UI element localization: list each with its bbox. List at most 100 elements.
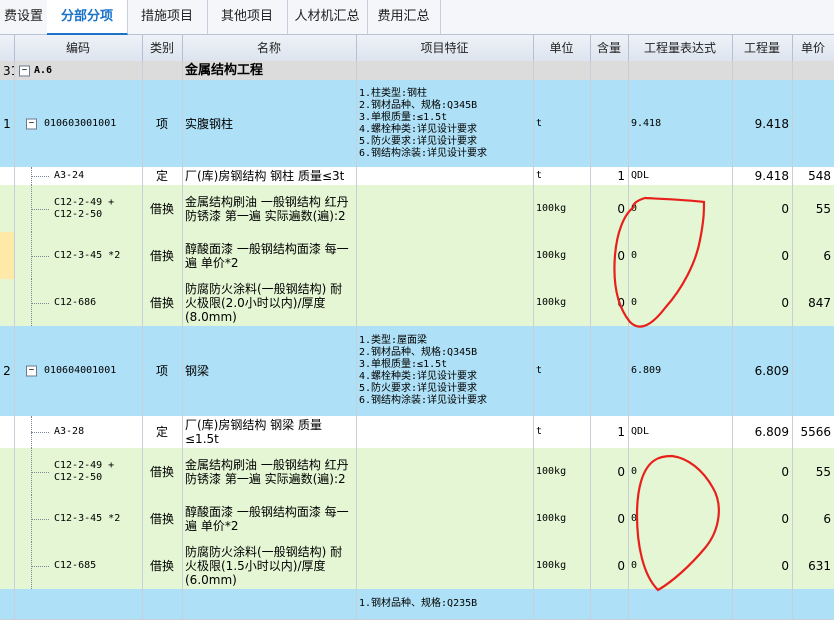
- cell-price[interactable]: [792, 80, 834, 167]
- cell-qty[interactable]: 9.418: [732, 80, 793, 167]
- cell-unit[interactable]: t: [533, 80, 591, 167]
- cell-name[interactable]: 醇酸面漆 一般钢结构面漆 每一遍 单价*2: [182, 232, 357, 279]
- header-6[interactable]: 工程量表达式: [628, 35, 733, 61]
- cell-expr[interactable]: 0: [628, 232, 733, 279]
- collapse-icon[interactable]: −: [26, 118, 37, 129]
- cell-content[interactable]: [590, 326, 629, 416]
- cell-content[interactable]: 0: [590, 232, 629, 279]
- header-2[interactable]: 名称: [182, 35, 357, 61]
- cell-code[interactable]: C12-685: [14, 542, 143, 589]
- cell-type[interactable]: 借换: [142, 279, 183, 326]
- cell-type[interactable]: 项: [142, 80, 183, 167]
- cell-qty[interactable]: 0: [732, 448, 793, 495]
- cell-expr[interactable]: 0: [628, 495, 733, 542]
- cell-name[interactable]: 钢梁: [182, 326, 357, 416]
- cell-expr[interactable]: 0: [628, 279, 733, 326]
- cell-feature[interactable]: [356, 232, 534, 279]
- cell-type[interactable]: 定: [142, 416, 183, 448]
- cell-unit[interactable]: 100kg: [533, 495, 591, 542]
- cell-expr[interactable]: 9.418: [628, 80, 733, 167]
- cell-expr[interactable]: 6.809: [628, 326, 733, 416]
- cell-qty[interactable]: 0: [732, 542, 793, 589]
- cell-qty[interactable]: 0: [732, 185, 793, 232]
- table-row[interactable]: C12-2-49 + C12-2-50 借换 金属结构刷油 一般钢结构 红丹防锈漆 …: [0, 448, 834, 496]
- collapse-icon[interactable]: −: [19, 65, 30, 76]
- cell-unit[interactable]: 100kg: [533, 279, 591, 326]
- table-row[interactable]: 1.钢材品种、规格:Q235B: [0, 589, 834, 620]
- cell-content[interactable]: 0: [590, 542, 629, 589]
- cell-type[interactable]: 定: [142, 167, 183, 185]
- cell-qty[interactable]: 0: [732, 495, 793, 542]
- cell-unit[interactable]: 100kg: [533, 448, 591, 495]
- cell-price[interactable]: 55: [792, 448, 834, 495]
- cell-expr[interactable]: 0: [628, 185, 733, 232]
- header-7[interactable]: 工程量: [732, 35, 793, 61]
- header-5[interactable]: 含量: [590, 35, 629, 61]
- table-row[interactable]: C12-3-45 *2 借换 醇酸面漆 一般钢结构面漆 每一遍 单价*2 100kg 0…: [0, 495, 834, 543]
- cell-qty[interactable]: 9.418: [732, 167, 793, 185]
- cell-price[interactable]: 6: [792, 232, 834, 279]
- cell-content[interactable]: 1: [590, 167, 629, 185]
- cell-type[interactable]: [142, 589, 183, 619]
- header-8[interactable]: 单价: [792, 35, 834, 61]
- cell-code[interactable]: C12-2-49 + C12-2-50: [14, 448, 143, 495]
- cell-code[interactable]: 010603001001−: [14, 80, 143, 167]
- cell-name[interactable]: 醇酸面漆 一般钢结构面漆 每一遍 单价*2: [182, 495, 357, 542]
- cell-code[interactable]: [14, 589, 143, 619]
- cell-type[interactable]: 借换: [142, 448, 183, 495]
- cell-name[interactable]: 厂(库)房钢结构 钢柱 质量≤3t: [182, 167, 357, 185]
- table-row[interactable]: A3-28 定 厂(库)房钢结构 钢梁 质量≤1.5t t 1 QDL 6.809 5566: [0, 416, 834, 449]
- cell-name[interactable]: 防腐防火涂料(一般钢结构) 耐火极限(2.0小时以内)/厚度(8.0mm): [182, 279, 357, 326]
- cell-feature[interactable]: 1.钢材品种、规格:Q235B: [356, 589, 534, 619]
- cell-qty[interactable]: 0: [732, 279, 793, 326]
- cell-type[interactable]: 项: [142, 326, 183, 416]
- cell-expr[interactable]: 0: [628, 542, 733, 589]
- cell-name[interactable]: 金属结构刷油 一般钢结构 红丹防锈漆 第一遍 实际遍数(遍):2: [182, 448, 357, 495]
- cell-type[interactable]: 借换: [142, 495, 183, 542]
- cell-expr[interactable]: QDL: [628, 167, 733, 185]
- table-row[interactable]: C12-3-45 *2 借换 醇酸面漆 一般钢结构面漆 每一遍 单价*2 100kg 0…: [0, 232, 834, 280]
- cell-type[interactable]: 借换: [142, 232, 183, 279]
- cell-feature[interactable]: [356, 185, 534, 232]
- cell-code[interactable]: C12-3-45 *2: [14, 232, 143, 279]
- cell-price[interactable]: [792, 61, 834, 80]
- cell-expr[interactable]: QDL: [628, 416, 733, 448]
- cell-content[interactable]: 0: [590, 495, 629, 542]
- tab-0[interactable]: 费设置: [0, 0, 48, 34]
- cell-name[interactable]: 厂(库)房钢结构 钢梁 质量≤1.5t: [182, 416, 357, 448]
- table-row[interactable]: C12-686 借换 防腐防火涂料(一般钢结构) 耐火极限(2.0小时以内)/厚度(…: [0, 279, 834, 327]
- collapse-icon[interactable]: −: [26, 365, 37, 377]
- table-row[interactable]: C12-685 借换 防腐防火涂料(一般钢结构) 耐火极限(1.5小时以内)/厚度(…: [0, 542, 834, 590]
- cell-unit[interactable]: 100kg: [533, 185, 591, 232]
- header-1[interactable]: 类别: [142, 35, 183, 61]
- cell-unit[interactable]: t: [533, 167, 591, 185]
- cell-content[interactable]: 0: [590, 185, 629, 232]
- cell-feature[interactable]: [356, 448, 534, 495]
- cell-content[interactable]: 0: [590, 448, 629, 495]
- cell-feature[interactable]: [356, 61, 534, 80]
- cell-feature[interactable]: [356, 416, 534, 448]
- cell-expr[interactable]: 0: [628, 448, 733, 495]
- cell-price[interactable]: 6: [792, 495, 834, 542]
- tab-3[interactable]: 其他项目: [207, 0, 288, 34]
- cell-qty[interactable]: 6.809: [732, 416, 793, 448]
- cell-unit[interactable]: t: [533, 326, 591, 416]
- table-row[interactable]: C12-2-49 + C12-2-50 借换 金属结构刷油 一般钢结构 红丹防锈漆 …: [0, 185, 834, 233]
- tab-2[interactable]: 措施项目: [127, 0, 208, 34]
- cell-code[interactable]: A3-24: [14, 167, 143, 185]
- tab-4[interactable]: 人材机汇总: [287, 0, 368, 34]
- cell-code[interactable]: 010604001001−: [14, 326, 143, 416]
- table-row[interactable]: 2 010604001001− 项钢梁 1.类型:屋面梁 2.钢材品种、规格:Q345…: [0, 326, 834, 417]
- table-row[interactable]: 31A.6−金属结构工程: [0, 61, 834, 81]
- cell-type[interactable]: 借换: [142, 185, 183, 232]
- header-4[interactable]: 单位: [533, 35, 591, 61]
- header-0[interactable]: 编码: [14, 35, 143, 61]
- cell-content[interactable]: 0: [590, 279, 629, 326]
- cell-type[interactable]: [142, 61, 183, 80]
- cell-code[interactable]: A.6−: [14, 61, 143, 80]
- cell-qty[interactable]: 0: [732, 232, 793, 279]
- cell-price[interactable]: 55: [792, 185, 834, 232]
- cell-content[interactable]: 1: [590, 416, 629, 448]
- cell-name[interactable]: 实腹钢柱: [182, 80, 357, 167]
- cell-price[interactable]: 847: [792, 279, 834, 326]
